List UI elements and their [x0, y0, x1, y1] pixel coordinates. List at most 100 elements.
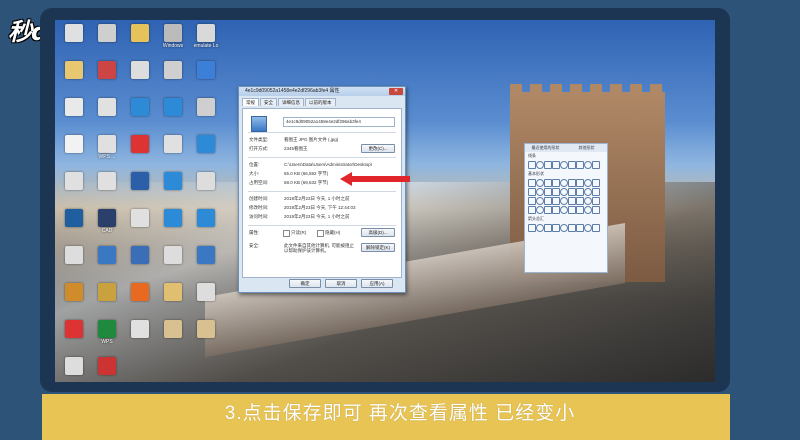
- shape-tool-icon[interactable]: [576, 197, 584, 205]
- shape-tool-icon[interactable]: [552, 188, 560, 196]
- shape-tool-icon[interactable]: [544, 197, 552, 205]
- advanced-button[interactable]: 高级(D)...: [361, 228, 395, 237]
- dialog-titlebar[interactable]: 4e1c9d09052a1458e4e2df296ab3fe4 属性 ✕: [239, 87, 405, 96]
- desktop-icon[interactable]: WPS ...: [91, 135, 123, 165]
- shape-tool-icon[interactable]: [584, 224, 592, 232]
- shape-tool-icon[interactable]: [528, 224, 536, 232]
- shape-tool-icon[interactable]: [560, 224, 568, 232]
- desktop-icon[interactable]: [190, 98, 222, 128]
- desktop-icon[interactable]: [124, 209, 156, 239]
- desktop-icon[interactable]: [157, 61, 189, 91]
- shape-tool-icon[interactable]: [592, 161, 600, 169]
- shape-tool-icon[interactable]: [528, 179, 536, 187]
- desktop-icon[interactable]: [58, 135, 90, 165]
- tab-recent-shapes[interactable]: 最近使用的形状: [525, 144, 566, 152]
- shape-tool-icon[interactable]: [576, 161, 584, 169]
- shape-tool-icon[interactable]: [536, 179, 544, 187]
- shape-tool-icon[interactable]: [536, 224, 544, 232]
- filename-field[interactable]: 4e1c9d09052a1458e4e2df296ab3fe4: [283, 117, 395, 127]
- desktop-icon[interactable]: [157, 172, 189, 202]
- close-icon[interactable]: ✕: [389, 88, 403, 95]
- desktop-icon[interactable]: [190, 209, 222, 239]
- desktop-icon[interactable]: [58, 320, 90, 350]
- shape-tool-icon[interactable]: [584, 179, 592, 187]
- shape-tool-icon[interactable]: [568, 197, 576, 205]
- desktop-icon[interactable]: CAD: [91, 209, 123, 239]
- shape-tool-icon[interactable]: [576, 206, 584, 214]
- ok-button[interactable]: 确定: [289, 279, 321, 288]
- desktop-icon[interactable]: [124, 320, 156, 350]
- shape-tool-icon[interactable]: [584, 161, 592, 169]
- shape-tool-icon[interactable]: [552, 179, 560, 187]
- desktop-icon[interactable]: WPS: [91, 320, 123, 350]
- desktop-icon[interactable]: [58, 172, 90, 202]
- shape-tool-icon[interactable]: [560, 188, 568, 196]
- desktop-icon[interactable]: [157, 283, 189, 313]
- shape-tool-icon[interactable]: [584, 197, 592, 205]
- desktop-icon[interactable]: [124, 98, 156, 128]
- shape-tool-icon[interactable]: [544, 224, 552, 232]
- desktop-icon[interactable]: [58, 98, 90, 128]
- desktop-icon[interactable]: [91, 357, 123, 387]
- change-button[interactable]: 更改(C)...: [361, 144, 395, 153]
- desktop-icon[interactable]: [157, 320, 189, 350]
- shape-tool-icon[interactable]: [584, 206, 592, 214]
- shape-tool-icon[interactable]: [536, 161, 544, 169]
- desktop-icon[interactable]: [58, 357, 90, 387]
- tab-general[interactable]: 常规: [242, 98, 259, 106]
- desktop-icon[interactable]: [124, 246, 156, 276]
- shape-tool-icon[interactable]: [528, 188, 536, 196]
- desktop-icon[interactable]: [157, 246, 189, 276]
- shape-tool-icon[interactable]: [544, 179, 552, 187]
- desktop-icon[interactable]: [190, 135, 222, 165]
- desktop-icon[interactable]: [190, 246, 222, 276]
- desktop-icon[interactable]: [91, 61, 123, 91]
- hidden-checkbox[interactable]: [317, 230, 324, 237]
- shape-tool-icon[interactable]: [560, 161, 568, 169]
- desktop-icon[interactable]: [91, 246, 123, 276]
- shape-tool-icon[interactable]: [576, 224, 584, 232]
- shape-tool-icon[interactable]: [560, 179, 568, 187]
- shape-tool-icon[interactable]: [568, 179, 576, 187]
- shape-tool-icon[interactable]: [528, 206, 536, 214]
- desktop-icon[interactable]: [124, 24, 156, 54]
- unblock-button[interactable]: 解除锁定(K): [361, 243, 395, 252]
- desktop-icon[interactable]: [124, 172, 156, 202]
- shape-tool-icon[interactable]: [592, 188, 600, 196]
- shape-tool-icon[interactable]: [568, 206, 576, 214]
- shape-tool-icon[interactable]: [568, 224, 576, 232]
- desktop-icon[interactable]: [124, 283, 156, 313]
- desktop-icon[interactable]: [91, 172, 123, 202]
- desktop-icon[interactable]: [58, 246, 90, 276]
- shape-tool-icon[interactable]: [568, 188, 576, 196]
- shape-tool-icon[interactable]: [528, 197, 536, 205]
- tab-other-shapes[interactable]: 其他形状: [566, 144, 607, 152]
- desktop-icon[interactable]: [157, 135, 189, 165]
- desktop-icon[interactable]: [124, 135, 156, 165]
- shape-tool-icon[interactable]: [536, 188, 544, 196]
- tab-details[interactable]: 详细信息: [278, 98, 304, 106]
- desktop-icon[interactable]: [190, 172, 222, 202]
- desktop-icon[interactable]: [157, 98, 189, 128]
- shape-tool-icon[interactable]: [552, 161, 560, 169]
- desktop-icon[interactable]: [91, 24, 123, 54]
- desktop-icon[interactable]: [91, 98, 123, 128]
- desktop-icon[interactable]: [124, 61, 156, 91]
- desktop-icon[interactable]: [58, 61, 90, 91]
- desktop-icon[interactable]: Windows: [157, 24, 189, 54]
- shape-tool-icon[interactable]: [568, 161, 576, 169]
- shape-tool-icon[interactable]: [592, 224, 600, 232]
- shape-tool-icon[interactable]: [544, 188, 552, 196]
- desktop-icon[interactable]: [190, 320, 222, 350]
- desktop-icon[interactable]: emulate Lo: [190, 24, 222, 54]
- desktop-icon[interactable]: [91, 283, 123, 313]
- shape-tool-icon[interactable]: [592, 179, 600, 187]
- desktop-icon[interactable]: [190, 283, 222, 313]
- shape-tool-icon[interactable]: [536, 206, 544, 214]
- shape-tool-icon[interactable]: [560, 206, 568, 214]
- desktop-icon[interactable]: [58, 283, 90, 313]
- shape-tool-icon[interactable]: [552, 206, 560, 214]
- shape-tool-icon[interactable]: [544, 161, 552, 169]
- shape-tool-icon[interactable]: [592, 197, 600, 205]
- shape-tool-icon[interactable]: [576, 188, 584, 196]
